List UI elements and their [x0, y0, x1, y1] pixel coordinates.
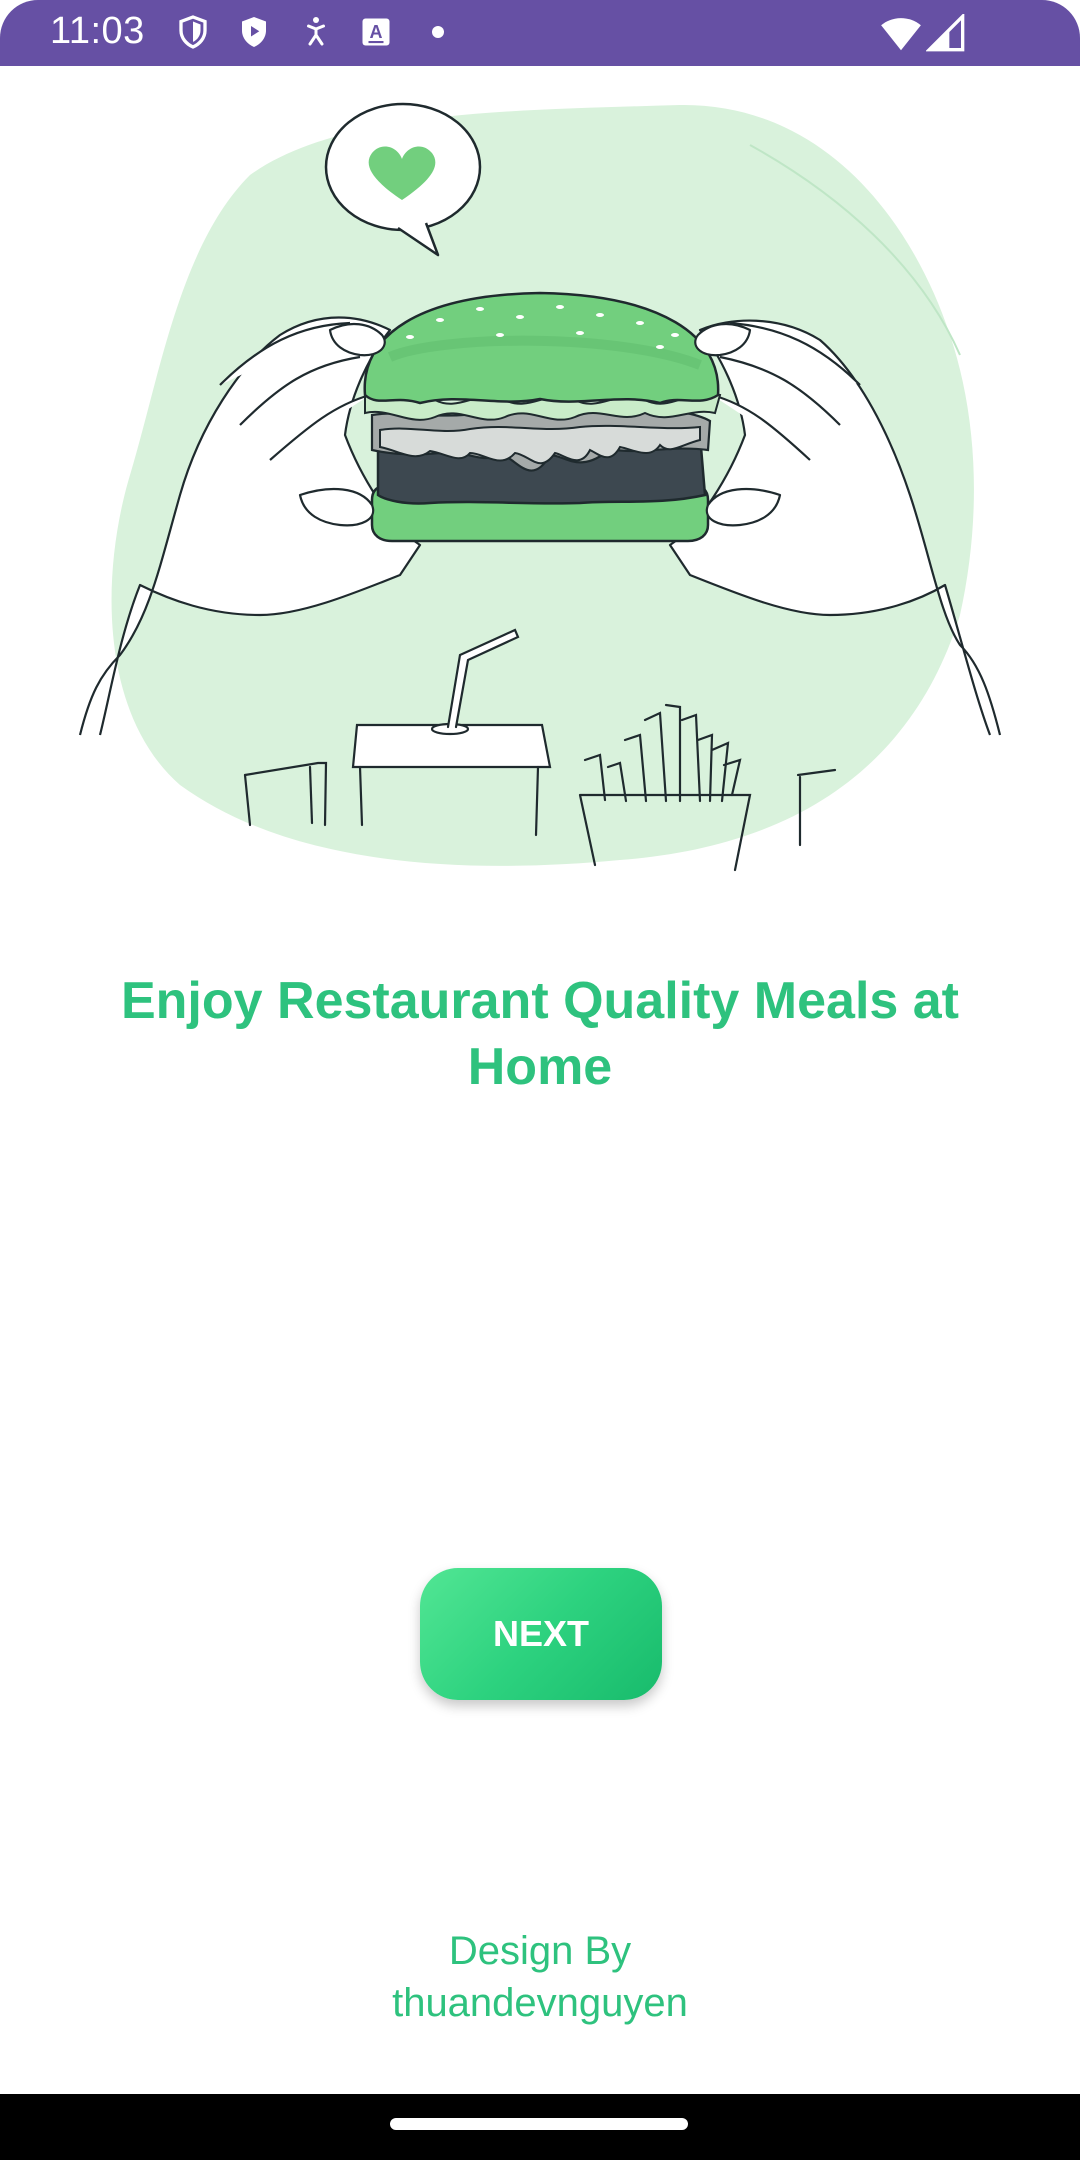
notification-dot-icon	[432, 26, 444, 38]
play-protect-icon	[242, 17, 266, 47]
home-gesture-handle[interactable]	[390, 2118, 688, 2130]
system-navigation-bar	[0, 2094, 1080, 2160]
status-time: 11:03	[50, 10, 145, 52]
credit-line-design-by: Design By	[448, 1929, 632, 1973]
keyboard-a-icon: A	[362, 18, 390, 46]
burger	[363, 291, 722, 543]
onboarding-headline: Enjoy Restaurant Quality Meals at Home	[120, 972, 960, 1096]
wifi-icon	[881, 18, 921, 51]
designer-credit: Design By thuandevnguyen	[240, 1925, 840, 2029]
credit-line-designer-name: thuandevnguyen	[392, 1981, 688, 2025]
cellular-signal-icon	[926, 14, 965, 52]
shield-icon	[179, 15, 207, 49]
next-button[interactable]: NEXT	[420, 1568, 662, 1700]
accessibility-icon	[307, 17, 325, 46]
burger-hands-illustration	[78, 102, 1002, 872]
svg-text:A: A	[370, 22, 383, 42]
status-bar: 11:03 A	[0, 0, 1080, 66]
